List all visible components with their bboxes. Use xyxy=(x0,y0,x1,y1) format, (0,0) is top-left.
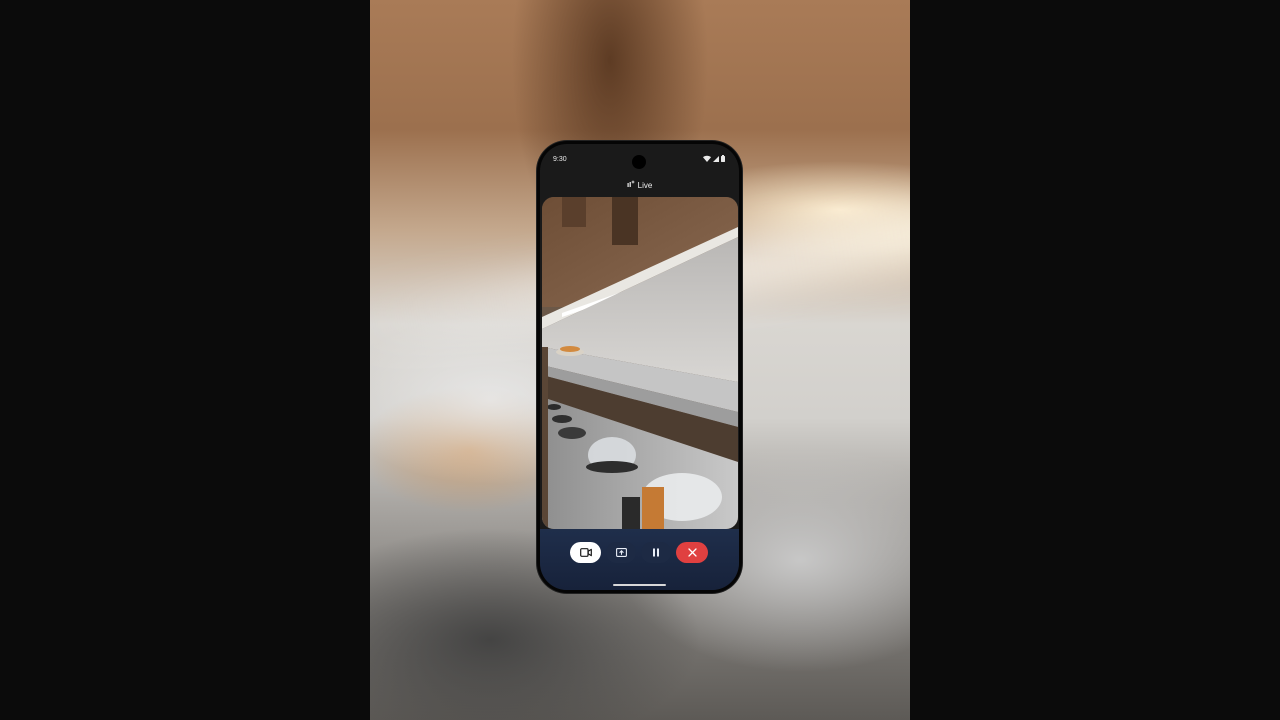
status-time: 9:30 xyxy=(553,156,567,163)
phone-screen: 9:30 Live xyxy=(540,144,739,590)
battery-icon xyxy=(721,155,725,162)
end-live-button[interactable] xyxy=(676,542,708,563)
pause-icon xyxy=(652,544,660,562)
stage: 9:30 Live xyxy=(0,0,1280,720)
phone-frame: 9:30 Live xyxy=(537,141,742,593)
live-label: Live xyxy=(637,180,653,190)
close-icon xyxy=(687,544,697,562)
share-screen-button[interactable] xyxy=(606,542,636,563)
camera-video-feed xyxy=(542,197,738,529)
controls-group xyxy=(570,542,708,563)
pause-button[interactable] xyxy=(641,542,671,563)
video-camera-icon xyxy=(579,544,592,562)
camera-toggle-button[interactable] xyxy=(570,542,601,563)
cellular-signal-icon xyxy=(713,155,719,162)
front-camera-cutout xyxy=(632,155,646,169)
call-controls-bar xyxy=(540,529,739,590)
screen-share-icon xyxy=(615,544,627,562)
video-scene xyxy=(542,197,738,529)
wifi-icon xyxy=(703,155,711,162)
live-sparkle-icon xyxy=(627,180,635,190)
status-icons xyxy=(703,155,725,162)
home-gesture-bar[interactable] xyxy=(613,584,666,586)
live-header: Live xyxy=(540,180,739,190)
